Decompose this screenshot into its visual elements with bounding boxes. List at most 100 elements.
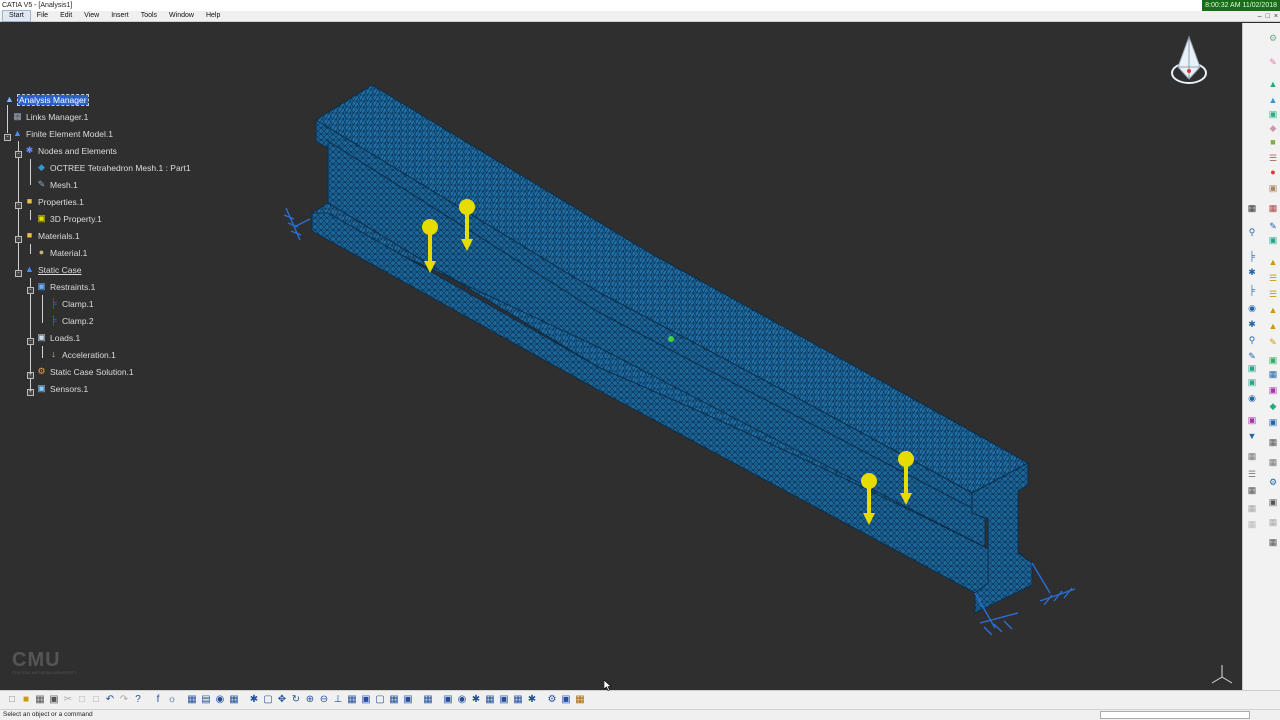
multi-view-icon[interactable]: ▦ [346, 694, 358, 706]
expand-toggle-icon[interactable]: - [27, 287, 34, 294]
principal-stress-icon[interactable]: ▣ [498, 694, 510, 706]
toolbar-icon[interactable]: ▦ [1268, 437, 1278, 447]
deformation-icon[interactable]: ◉ [456, 694, 468, 706]
toolbar-icon[interactable]: ▣ [1247, 377, 1257, 387]
toolbar-icon[interactable]: ▦ [1247, 519, 1257, 529]
paste-icon[interactable]: □ [90, 694, 102, 706]
toolbar-icon[interactable]: ⚙ [1268, 477, 1278, 487]
hide-show-icon[interactable]: ▦ [388, 694, 400, 706]
von-mises-icon[interactable]: ✱ [470, 694, 482, 706]
toolbar-icon[interactable]: ╞ [1247, 285, 1257, 295]
toolbar-icon[interactable]: ✎ [1268, 221, 1278, 231]
swap-space-icon[interactable]: ▣ [402, 694, 414, 706]
toolbar-icon[interactable]: ▲ [1268, 305, 1278, 315]
toolbar-icon[interactable]: ▦ [1247, 451, 1257, 461]
tree-node-octree-mesh[interactable]: ◆ OCTREE Tetrahedron Mesh.1 : Part1 [36, 161, 191, 174]
menu-window[interactable]: Window [163, 11, 200, 21]
expand-toggle-icon[interactable]: - [27, 338, 34, 345]
toolbar-icon[interactable]: ▣ [1247, 415, 1257, 425]
toolbar-icon[interactable]: ◉ [1247, 393, 1257, 403]
compass-icon[interactable] [1170, 33, 1210, 89]
toolbar-icon[interactable]: ▦ [1247, 503, 1257, 513]
restore-icon[interactable]: □ [1266, 11, 1270, 22]
new-file-icon[interactable]: □ [6, 694, 18, 706]
toolbar-icon[interactable]: ▦ [1268, 203, 1278, 213]
toolbar-icon[interactable]: ▣ [1268, 417, 1278, 427]
toolbar-icon[interactable]: ▲ [1268, 79, 1278, 89]
report-icon[interactable]: ▣ [560, 694, 572, 706]
grid-icon[interactable]: ▦ [228, 694, 240, 706]
menu-edit[interactable]: Edit [54, 11, 78, 21]
toolbar-icon[interactable]: ▦ [1247, 203, 1257, 213]
3d-viewport[interactable]: ▲ Analysis Manager ▦ Links Manager.1 ▲ F… [0, 23, 1242, 690]
tree-node-restraints[interactable]: ▣ Restraints.1 [36, 280, 95, 293]
tree-node-mesh[interactable]: ✎ Mesh.1 [36, 178, 78, 191]
pan-icon[interactable]: ✥ [276, 694, 288, 706]
expand-toggle-icon[interactable]: - [15, 270, 22, 277]
tree-node-sensors[interactable]: ▣ Sensors.1 [36, 382, 88, 395]
expand-toggle-icon[interactable]: - [15, 151, 22, 158]
rotate-icon[interactable]: ↻ [290, 694, 302, 706]
menu-view[interactable]: View [78, 11, 105, 21]
toolbar-icon[interactable]: ✱ [1247, 319, 1257, 329]
tree-node-analysis-manager[interactable]: ▲ Analysis Manager [4, 93, 89, 106]
toolbar-icon[interactable]: ◉ [1247, 303, 1257, 313]
tree-node-clamp-2[interactable]: ╞ Clamp.2 [48, 314, 93, 327]
compute-icon[interactable]: ▦ [422, 694, 434, 706]
close-icon[interactable]: × [1274, 11, 1278, 22]
clamp-symbol-left[interactable] [283, 207, 311, 241]
expand-toggle-icon[interactable]: + [27, 389, 34, 396]
tree-node-acceleration[interactable]: ↓ Acceleration.1 [48, 348, 116, 361]
comment-icon[interactable]: ☼ [166, 694, 178, 706]
measure-icon[interactable]: ▦ [574, 694, 586, 706]
toolbar-icon[interactable]: ✎ [1268, 57, 1278, 67]
mesh-tool-icon[interactable]: ▤ [200, 694, 212, 706]
print-icon[interactable]: ▣ [48, 694, 60, 706]
command-input[interactable] [1100, 711, 1250, 719]
precision-icon[interactable]: ▦ [512, 694, 524, 706]
tree-node-materials[interactable]: ■ Materials.1 [24, 229, 80, 242]
tree-node-3d-property[interactable]: ▣ 3D Property.1 [36, 212, 102, 225]
minimize-icon[interactable]: – [1258, 11, 1262, 22]
menu-start[interactable]: Start [2, 10, 31, 22]
tree-node-loads[interactable]: ▣ Loads.1 [36, 331, 80, 344]
displacement-icon[interactable]: ▦ [484, 694, 496, 706]
toolbar-icon[interactable]: ☰ [1268, 289, 1278, 299]
toolbar-icon[interactable]: ▲ [1268, 321, 1278, 331]
toolbar-icon[interactable]: ⚙ [1268, 33, 1278, 43]
toolbar-icon[interactable]: ☰ [1268, 153, 1278, 163]
toolbar-icon[interactable]: ▣ [1247, 363, 1257, 373]
fly-mode-icon[interactable]: ✱ [248, 694, 260, 706]
toolbar-icon[interactable]: ✱ [1247, 267, 1257, 277]
image-icon[interactable]: ▣ [442, 694, 454, 706]
tree-node-material[interactable]: ● Material.1 [36, 246, 88, 259]
toolbar-icon[interactable]: ✎ [1268, 337, 1278, 347]
tree-node-static-case[interactable]: ▲ Static Case [24, 263, 81, 276]
tree-node-finite-element-model[interactable]: ▲ Finite Element Model.1 [12, 127, 113, 140]
help-icon[interactable]: ? [132, 694, 144, 706]
toolbar-icon[interactable]: ▣ [1268, 109, 1278, 119]
save-icon[interactable]: ▦ [34, 694, 46, 706]
normal-view-icon[interactable]: ⊥ [332, 694, 344, 706]
tree-node-clamp-1[interactable]: ╞ Clamp.1 [48, 297, 93, 310]
tree-node-links-manager[interactable]: ▦ Links Manager.1 [12, 110, 88, 123]
expand-toggle-icon[interactable]: + [27, 372, 34, 379]
animate-icon[interactable]: ✱ [526, 694, 538, 706]
redo-icon[interactable]: ↷ [118, 694, 130, 706]
toolbar-icon[interactable]: ⚲ [1247, 335, 1257, 345]
toolbar-icon[interactable]: ▣ [1268, 235, 1278, 245]
toolbar-icon[interactable]: ☰ [1268, 273, 1278, 283]
toolbar-icon[interactable]: ▣ [1268, 355, 1278, 365]
toolbar-icon[interactable]: ◆ [1268, 123, 1278, 133]
expand-toggle-icon[interactable]: - [15, 236, 22, 243]
toolbar-icon[interactable]: ▲ [1268, 95, 1278, 105]
zoom-out-icon[interactable]: ⊖ [318, 694, 330, 706]
toolbar-icon[interactable]: ◆ [1268, 401, 1278, 411]
undo-icon[interactable]: ↶ [104, 694, 116, 706]
zoom-in-icon[interactable]: ⊕ [304, 694, 316, 706]
toolbar-icon[interactable]: ▦ [1268, 517, 1278, 527]
toolbar-icon[interactable]: ⚲ [1247, 227, 1257, 237]
toolbar-icon[interactable]: ● [1268, 167, 1278, 177]
analysis-tools-icon[interactable]: ⚙ [546, 694, 558, 706]
toolbar-icon[interactable]: ☰ [1247, 469, 1257, 479]
